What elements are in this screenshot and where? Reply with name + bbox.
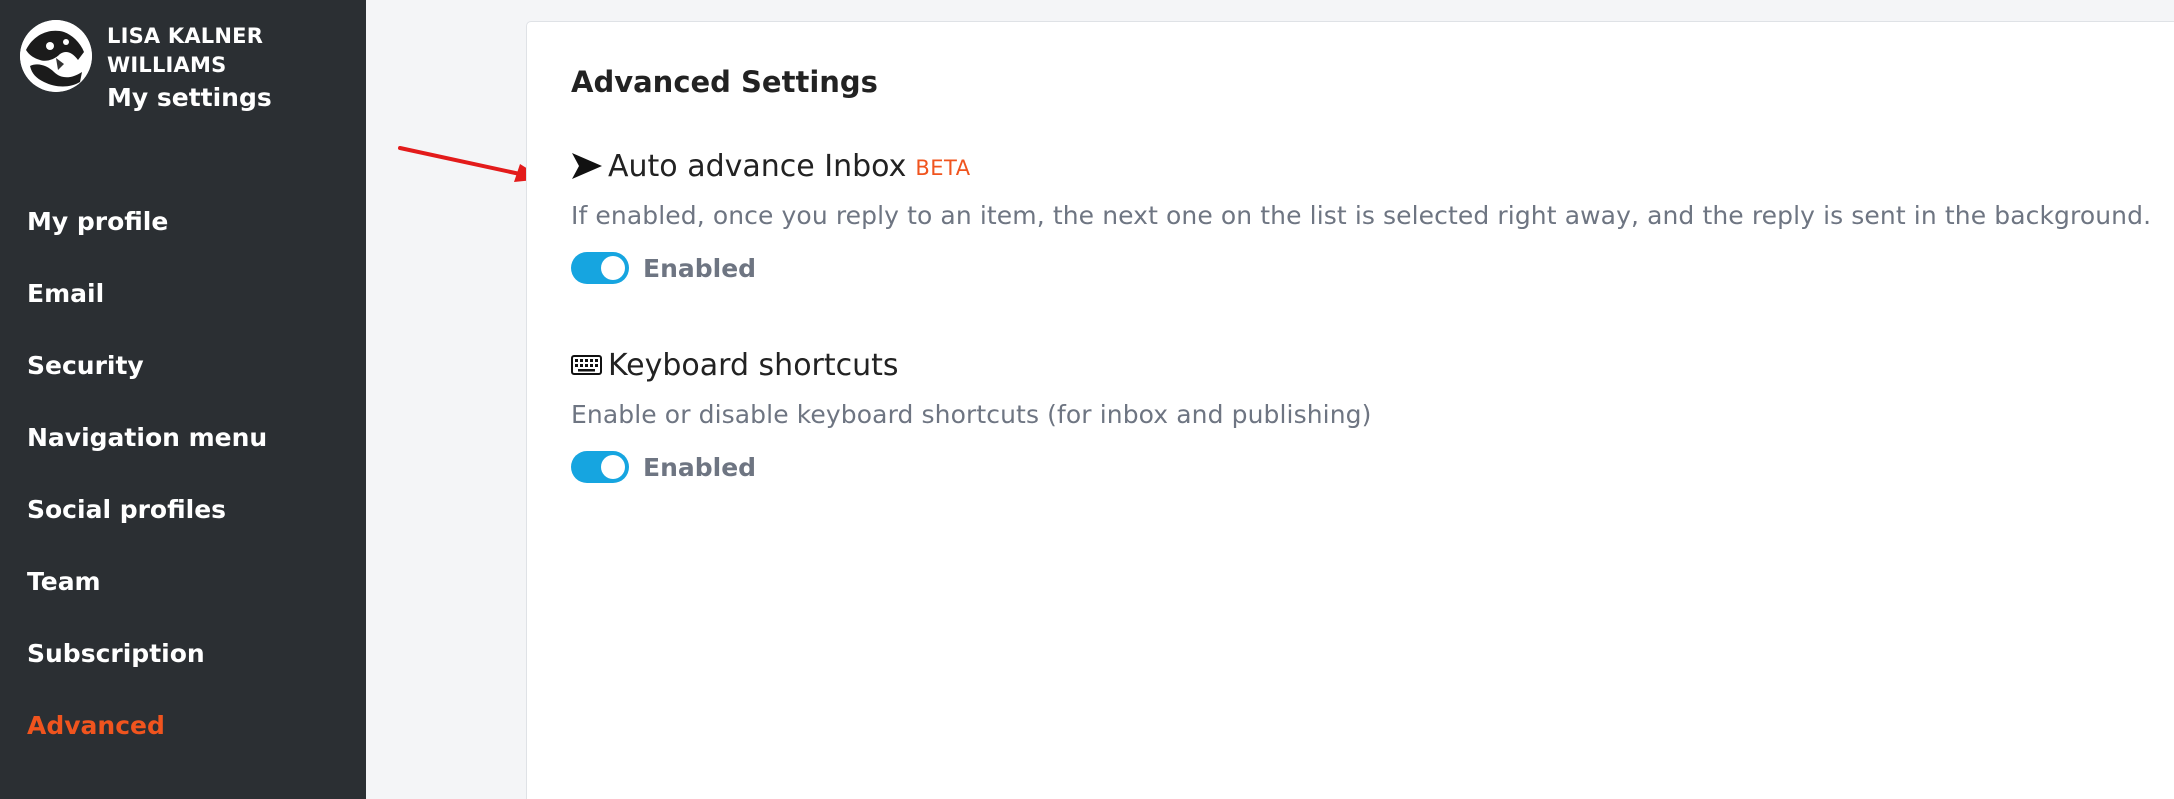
avatar[interactable] — [20, 20, 92, 92]
setting-header: Keyboard shortcuts — [571, 345, 1371, 385]
auto-advance-toggle[interactable] — [571, 252, 629, 284]
sidebar-nav: My profile Email Security Navigation men… — [0, 186, 366, 762]
sidebar: LISA KALNER WILLIAMS My settings My prof… — [0, 0, 366, 799]
setting-title: Keyboard shortcuts — [608, 347, 899, 383]
annotation-arrow — [398, 146, 544, 182]
sidebar-item-social-profiles[interactable]: Social profiles — [0, 474, 366, 546]
send-icon — [571, 150, 603, 182]
toggle-row: Enabled — [571, 451, 1371, 483]
setting-description: Enable or disable keyboard shortcuts (fo… — [571, 400, 1372, 429]
setting-auto-advance-inbox: Auto advance Inbox BETA If enabled, once… — [571, 146, 2151, 284]
setting-keyboard-shortcuts: Keyboard shortcuts Enable or disable key… — [571, 345, 1371, 483]
page-title: Advanced Settings — [571, 65, 878, 99]
user-block: LISA KALNER WILLIAMS My settings — [20, 20, 277, 115]
sidebar-item-subscription[interactable]: Subscription — [0, 618, 366, 690]
toggle-label: Enabled — [643, 452, 757, 482]
toggle-knob — [601, 455, 625, 479]
user-name: LISA KALNER WILLIAMS — [107, 24, 264, 77]
sidebar-item-advanced[interactable]: Advanced — [0, 690, 366, 762]
sidebar-item-my-profile[interactable]: My profile — [0, 186, 366, 258]
sidebar-item-team[interactable]: Team — [0, 546, 366, 618]
settings-subtitle: My settings — [107, 83, 272, 112]
sidebar-item-security[interactable]: Security — [0, 330, 366, 402]
sidebar-item-email[interactable]: Email — [0, 258, 366, 330]
app: LISA KALNER WILLIAMS My settings My prof… — [0, 0, 2174, 799]
beta-badge: BETA — [915, 156, 971, 180]
setting-title: Auto advance Inbox — [608, 148, 907, 184]
keyboard-shortcuts-toggle[interactable] — [571, 451, 629, 483]
advanced-settings-card: Advanced Settings Auto advance Inbox BET… — [526, 21, 2174, 799]
toggle-label: Enabled — [643, 253, 757, 283]
toggle-knob — [601, 256, 625, 280]
keyboard-icon — [571, 349, 603, 381]
avatar-image — [20, 20, 92, 92]
setting-header: Auto advance Inbox BETA — [571, 146, 2151, 186]
sidebar-item-navigation-menu[interactable]: Navigation menu — [0, 402, 366, 474]
setting-description: If enabled, once you reply to an item, t… — [571, 201, 2152, 230]
user-text: LISA KALNER WILLIAMS My settings — [107, 22, 277, 115]
toggle-row: Enabled — [571, 252, 2151, 284]
